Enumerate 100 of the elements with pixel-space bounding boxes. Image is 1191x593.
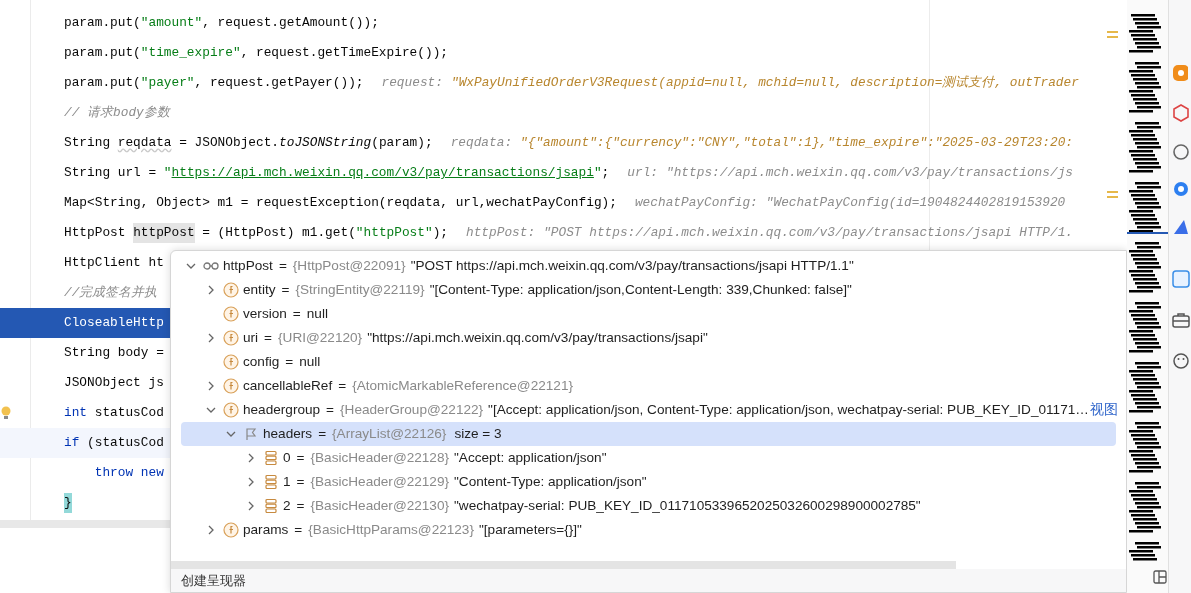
stack-icon (264, 498, 278, 514)
variable-value: null (299, 352, 321, 371)
matched-brace: } (64, 493, 72, 513)
hexagon-icon[interactable] (1172, 104, 1190, 122)
equals-sign: = (318, 424, 327, 443)
equals-sign: = (292, 304, 301, 323)
equals-sign: = (285, 352, 294, 371)
code-text: param.put( (64, 74, 141, 93)
square-icon[interactable] (1172, 270, 1190, 288)
object-reference: {BasicHeader@22130} (310, 496, 450, 515)
equals-icon (1107, 31, 1118, 39)
tree-row[interactable]: 2 = {BasicHeader@22130} "wechatpay-serial: PUB_KEY_ID_0117105339652025032600298900002785" (181, 494, 1116, 518)
string-literal: "amount" (140, 14, 203, 33)
object-reference: {HttpPost@22091} (292, 256, 406, 275)
object-reference: {BasicHeader@22128} (310, 448, 450, 467)
variable-value: "Accept: application/json" (454, 448, 607, 467)
keyword: throw new (93, 464, 164, 483)
code-comment: //完成签名并执 (64, 284, 158, 303)
stack-icon (264, 474, 278, 490)
smiley-icon[interactable] (1172, 352, 1190, 370)
object-reference: {ArrayList@22126} (332, 424, 447, 443)
variable-value: "[parameters={}]" (478, 520, 582, 539)
tree-row[interactable]: httpPost = {HttpPost@22091} "POST https://api.mch.weixin.qq.com/v3/pay/transactions/jsapi HTTP/1.1" (181, 254, 1116, 278)
variable-name: reqdata (117, 134, 172, 153)
code-text: HttpClient ht (64, 254, 164, 273)
create-renderer-link[interactable]: 创建呈现器 (181, 570, 246, 591)
variable-name: version (243, 304, 287, 323)
string-literal: "time_expire" (140, 44, 241, 63)
variable-name: entity (243, 280, 276, 299)
tree-row[interactable]: headers = {ArrayList@22126} size = 3 (181, 422, 1116, 446)
tree-row[interactable]: headergroup = {HeaderGroup@22122} "[Accept: application/json, Content-Type: application/json, wechatpay-serial: PUB_KEY_ID_01171…视图 (181, 398, 1116, 422)
field-icon (223, 378, 239, 394)
field-icon (223, 282, 239, 298)
tree-row[interactable]: params = {BasicHttpParams@22123} "[parameters={}]" (181, 518, 1116, 542)
equals-sign: = (326, 400, 335, 419)
code-text: = JSONObject. (178, 134, 280, 153)
variable-name: headergroup (243, 400, 321, 419)
variable-name: httpPost (223, 256, 273, 275)
variable-name: params (243, 520, 289, 539)
variable-name: uri (243, 328, 259, 347)
code-text: ; (601, 164, 610, 183)
variable-name: config (243, 352, 280, 371)
horizontal-scrollbar[interactable] (171, 561, 956, 569)
code-text: JSONObject js (64, 374, 164, 393)
equals-sign: = (294, 520, 303, 539)
string-literal: " (593, 164, 602, 183)
tree-row[interactable]: config = null (181, 350, 1116, 374)
object-reference: {BasicHttpParams@22123} (308, 520, 474, 539)
inline-hint-value: "WechatPayConfig(id=1904824402819153920 (765, 194, 1066, 213)
tree-row[interactable]: cancellableRef = {AtomicMarkableReference@22121} (181, 374, 1116, 398)
circle-icon[interactable] (1172, 143, 1190, 161)
variable-value: "https://api.mch.weixin.qq.com/v3/pay/transactions/jsapi" (367, 328, 708, 347)
code-text: String (64, 134, 112, 153)
inline-hint-label: reqdata: (450, 134, 513, 153)
briefcase-icon[interactable] (1172, 312, 1190, 328)
variable-value: "[Content-Type: application/json,Content-Length: 339,Chunked: false]" (429, 280, 852, 299)
variable-name: 0 (283, 448, 291, 467)
method-name: toJSONString (279, 134, 372, 153)
code-text: (statusCod (86, 434, 164, 453)
tree-row[interactable]: version = null (181, 302, 1116, 326)
equals-sign: = (296, 496, 305, 515)
variable-name: cancellableRef (243, 376, 333, 395)
equals-sign: = (278, 256, 287, 275)
field-icon (223, 306, 239, 322)
keyword: int (64, 404, 88, 423)
object-reference: {AtomicMarkableReference@22121} (352, 376, 573, 395)
object-reference: {BasicHeader@22129} (310, 472, 450, 491)
code-text: ); (432, 224, 448, 243)
tree-row[interactable]: 0 = {BasicHeader@22128} "Accept: application/json" (181, 446, 1116, 470)
inline-hint-label: request: (381, 74, 443, 93)
variable-value: "Content-Type: application/json" (454, 472, 647, 491)
object-reference: {URI@22120} (278, 328, 363, 347)
code-text: CloseableHttp (64, 314, 164, 333)
field-icon (223, 354, 239, 370)
string-literal: " (163, 164, 172, 183)
view-link[interactable]: 视图 (1089, 399, 1118, 421)
equals-icon (1107, 191, 1118, 199)
variable-value: "POST https://api.mch.weixin.qq.com/v3/pay/transactions/jsapi HTTP/1.1" (410, 256, 854, 275)
triangle-icon[interactable] (1172, 218, 1190, 236)
lightbulb-icon[interactable] (1, 406, 11, 420)
code-text: (param); (371, 134, 433, 153)
url-link[interactable]: https://api.mch.weixin.qq.com/v3/pay/transactions/jsapi (171, 163, 594, 183)
code-text: , request.getAmount()); (202, 14, 379, 33)
ring-icon[interactable] (1172, 180, 1190, 198)
keyword: if (64, 434, 80, 453)
code-text: , request.getTimeExpire()); (240, 44, 448, 63)
code-text: param.put( (64, 44, 141, 63)
tree-row[interactable]: entity = {StringEntity@22119} "[Content-Type: application/json,Content-Length: 339,Chunked: false]" (181, 278, 1116, 302)
variable-name: 1 (283, 472, 291, 491)
layout-icon[interactable] (1153, 570, 1167, 584)
variable-name: headers (263, 424, 313, 443)
code-text: statusCod (93, 404, 164, 423)
code-text: = (HttpPost) m1.get( (201, 224, 356, 243)
code-text: , request.getPayer()); (194, 74, 364, 93)
horizontal-scrollbar[interactable] (0, 520, 170, 528)
tree-row[interactable]: uri = {URI@22120} "https://api.mch.weixin.qq.com/v3/pay/transactions/jsapi" (181, 326, 1116, 350)
minimap-drawing[interactable] (1127, 0, 1168, 593)
code-text: Map<String, Object> m1 = requestException(reqdata, url,wechatPayConfig); (64, 194, 617, 213)
tree-row[interactable]: 1 = {BasicHeader@22129} "Content-Type: application/json" (181, 470, 1116, 494)
field-icon (223, 402, 239, 418)
